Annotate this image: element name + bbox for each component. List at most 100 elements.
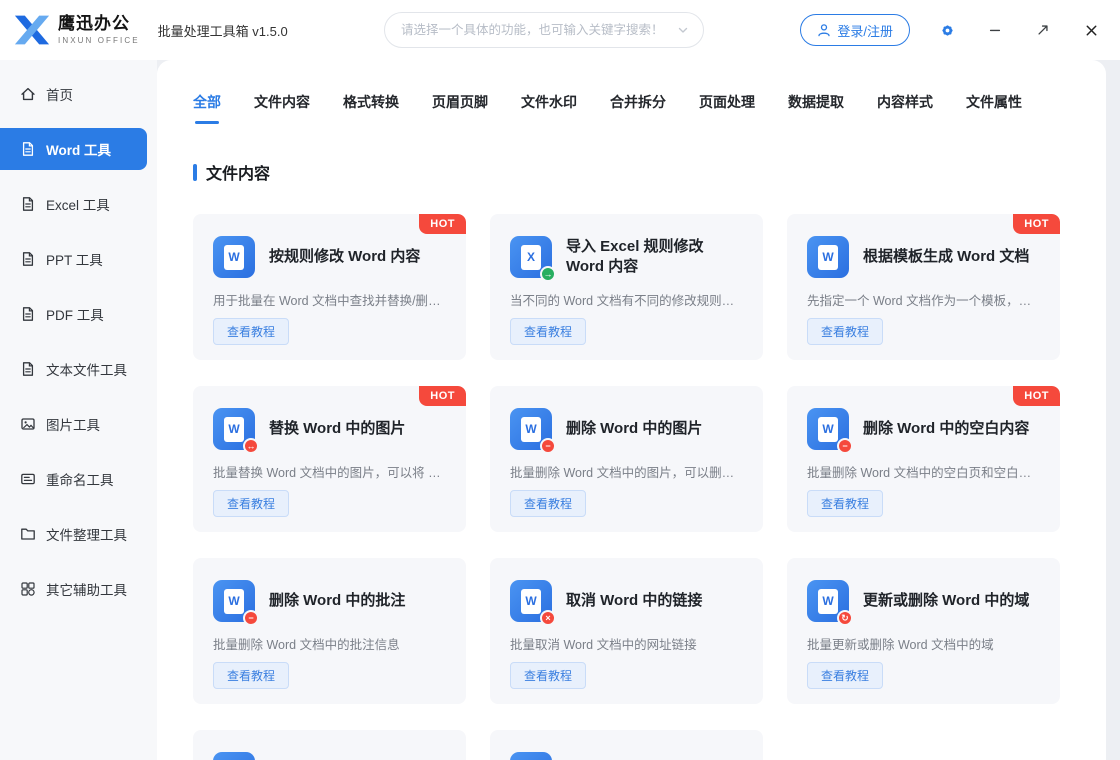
sidebar-item-label: 文本文件工具 bbox=[46, 363, 127, 378]
close-icon bbox=[1084, 23, 1099, 38]
sidebar-item-home[interactable]: 首页 bbox=[0, 73, 157, 115]
doc-glyph: X bbox=[521, 244, 541, 270]
tool-card[interactable]: HOT W 查看教程 bbox=[193, 730, 466, 760]
doc-glyph: W bbox=[521, 416, 541, 442]
sidebar-item-label: 文件整理工具 bbox=[46, 528, 127, 543]
hot-badge: HOT bbox=[419, 386, 466, 406]
view-tutorial-button[interactable]: 查看教程 bbox=[510, 318, 587, 345]
sidebar-item-label: 首页 bbox=[46, 88, 73, 103]
card-description: 批量更新或删除 Word 文档中的域 bbox=[807, 638, 994, 651]
tool-card[interactable]: HOT W ↻ 更新或删除 Word 中的域 批量更新或删除 Word 文档中的… bbox=[787, 558, 1060, 704]
card-description: 批量替换 Word 文档中的图片，可以将 W... bbox=[213, 466, 446, 479]
settings-button[interactable] bbox=[936, 19, 958, 41]
tool-card-grid: HOT W 按规则修改 Word 内容 用于批量在 Word 文档中查找并替换/… bbox=[193, 214, 1060, 760]
excel-tools-icon bbox=[20, 196, 36, 212]
sidebar-item-image[interactable]: 图片工具 bbox=[0, 403, 157, 445]
word-doc-icon: X → bbox=[510, 236, 556, 282]
tab-6[interactable]: 页面处理 bbox=[699, 92, 755, 124]
tool-card[interactable]: HOT W 根据模板生成 Word 文档 先指定一个 Word 文档作为一个模板… bbox=[787, 214, 1060, 360]
close-button[interactable] bbox=[1080, 19, 1102, 41]
sidebar-item-rename[interactable]: 重命名工具 bbox=[0, 458, 157, 500]
tool-card[interactable]: HOT W 按规则修改 Word 内容 用于批量在 Word 文档中查找并替换/… bbox=[193, 214, 466, 360]
sidebar-item-label: 图片工具 bbox=[46, 418, 100, 433]
view-tutorial-button[interactable]: 查看教程 bbox=[510, 490, 587, 517]
rename-tools-icon bbox=[20, 471, 36, 487]
view-tutorial-button[interactable]: 查看教程 bbox=[213, 318, 290, 345]
tab-1[interactable]: 文件内容 bbox=[254, 92, 310, 124]
chevron-down-icon[interactable] bbox=[677, 24, 689, 36]
view-tutorial-button[interactable]: 查看教程 bbox=[807, 662, 884, 689]
topbar: 鹰迅办公 INXUN OFFICE 批量处理工具箱 v1.5.0 登录/注册 bbox=[0, 0, 1120, 60]
doc-glyph: W bbox=[818, 416, 838, 442]
home-icon bbox=[20, 86, 36, 102]
card-title: 删除 Word 中的图片 bbox=[566, 419, 703, 437]
tool-card[interactable]: HOT W − 删除 Word 中的图片 批量删除 Word 文档中的图片，可以… bbox=[490, 386, 763, 532]
tab-8[interactable]: 内容样式 bbox=[877, 92, 933, 124]
tab-0[interactable]: 全部 bbox=[193, 92, 221, 124]
tab-7[interactable]: 数据提取 bbox=[788, 92, 844, 124]
card-description: 批量删除 Word 文档中的空白页和空白行。 bbox=[807, 466, 1040, 479]
card-title: 删除 Word 中的空白内容 bbox=[863, 419, 1030, 437]
card-title: 删除 Word 中的批注 bbox=[269, 591, 406, 609]
tool-card[interactable]: HOT W × 取消 Word 中的链接 批量取消 Word 文档中的网址链接 … bbox=[490, 558, 763, 704]
sidebar-item-word[interactable]: Word 工具 bbox=[0, 128, 147, 170]
tool-card[interactable]: HOT W 查看教程 bbox=[490, 730, 763, 760]
tab-3[interactable]: 页眉页脚 bbox=[432, 92, 488, 124]
word-doc-icon: W bbox=[807, 236, 849, 278]
search-box[interactable] bbox=[384, 12, 705, 48]
search-input[interactable] bbox=[401, 23, 678, 37]
sidebar-item-label: PPT 工具 bbox=[46, 253, 103, 268]
sidebar-item-excel[interactable]: Excel 工具 bbox=[0, 183, 157, 225]
user-icon bbox=[817, 23, 831, 37]
tool-card[interactable]: HOT W − 删除 Word 中的批注 批量删除 Word 文档中的批注信息 … bbox=[193, 558, 466, 704]
tab-2[interactable]: 格式转换 bbox=[343, 92, 399, 124]
sidebar-item-pdf[interactable]: PDF 工具 bbox=[0, 293, 157, 335]
word-doc-icon: W ↻ bbox=[807, 580, 853, 626]
view-tutorial-button[interactable]: 查看教程 bbox=[510, 662, 587, 689]
sidebar-item-label: PDF 工具 bbox=[46, 308, 104, 323]
folder-organize-icon bbox=[20, 526, 36, 542]
doc-glyph: W bbox=[224, 416, 244, 442]
card-description: 先指定一个 Word 文档作为一个模板，然... bbox=[807, 294, 1040, 307]
sidebar-item-ppt[interactable]: PPT 工具 bbox=[0, 238, 157, 280]
view-tutorial-button[interactable]: 查看教程 bbox=[807, 490, 884, 517]
sidebar-item-label: 其它辅助工具 bbox=[46, 583, 127, 598]
login-register-button[interactable]: 登录/注册 bbox=[800, 14, 910, 46]
doc-glyph: W bbox=[818, 244, 838, 270]
hot-badge: HOT bbox=[1013, 214, 1060, 234]
view-tutorial-button[interactable]: 查看教程 bbox=[213, 662, 290, 689]
card-description: 批量删除 Word 文档中的批注信息 bbox=[213, 638, 400, 651]
icon-badge: − bbox=[243, 610, 259, 626]
tab-9[interactable]: 文件属性 bbox=[966, 92, 1022, 124]
gear-icon bbox=[938, 21, 957, 40]
image-tools-icon bbox=[20, 416, 36, 432]
tab-4[interactable]: 文件水印 bbox=[521, 92, 577, 124]
card-title: 根据模板生成 Word 文档 bbox=[863, 247, 1030, 265]
section-title: 文件内容 bbox=[206, 166, 271, 183]
content-panel[interactable]: 全部 文件内容 格式转换 页眉页脚 文件水印 合并拆分 页面处理 数据提取 内容样式 文件属性 文… bbox=[157, 60, 1106, 760]
view-tutorial-button[interactable]: 查看教程 bbox=[213, 490, 290, 517]
sidebar-item-organize[interactable]: 文件整理工具 bbox=[0, 513, 157, 555]
card-title: 按规则修改 Word 内容 bbox=[269, 247, 421, 265]
word-doc-icon: W − bbox=[510, 408, 556, 454]
category-tabs: 全部 文件内容 格式转换 页眉页脚 文件水印 合并拆分 页面处理 数据提取 内容样式 文件属性 bbox=[193, 92, 1060, 124]
word-doc-icon: W × bbox=[510, 580, 556, 626]
tool-card[interactable]: HOT W − 删除 Word 中的空白内容 批量删除 Word 文档中的空白页… bbox=[787, 386, 1060, 532]
word-doc-icon: W − bbox=[213, 580, 259, 626]
view-tutorial-button[interactable]: 查看教程 bbox=[807, 318, 884, 345]
minimize-button[interactable] bbox=[984, 19, 1006, 41]
tool-card[interactable]: HOT X → 导入 Excel 规则修改 Word 内容 当不同的 Word … bbox=[490, 214, 763, 360]
maximize-button[interactable] bbox=[1032, 19, 1054, 41]
sidebar-item-other[interactable]: 其它辅助工具 bbox=[0, 568, 157, 610]
icon-badge: ↻ bbox=[837, 610, 853, 626]
card-description: 当不同的 Word 文档有不同的修改规则的... bbox=[510, 294, 743, 307]
logo-subtitle: INXUN OFFICE bbox=[58, 35, 140, 45]
other-tools-icon bbox=[20, 581, 36, 597]
icon-badge: − bbox=[540, 438, 556, 454]
tab-5[interactable]: 合并拆分 bbox=[610, 92, 666, 124]
sidebar: 首页 Word 工具 Excel 工具 PPT 工具 PDF 工具文本文件工具 图片工具重… bbox=[0, 60, 157, 760]
tool-card[interactable]: HOT W ↔ 替换 Word 中的图片 批量替换 Word 文档中的图片，可以… bbox=[193, 386, 466, 532]
word-tools-icon bbox=[20, 141, 36, 157]
sidebar-item-text[interactable]: 文本文件工具 bbox=[0, 348, 157, 390]
pdf-tools-icon bbox=[20, 306, 36, 322]
